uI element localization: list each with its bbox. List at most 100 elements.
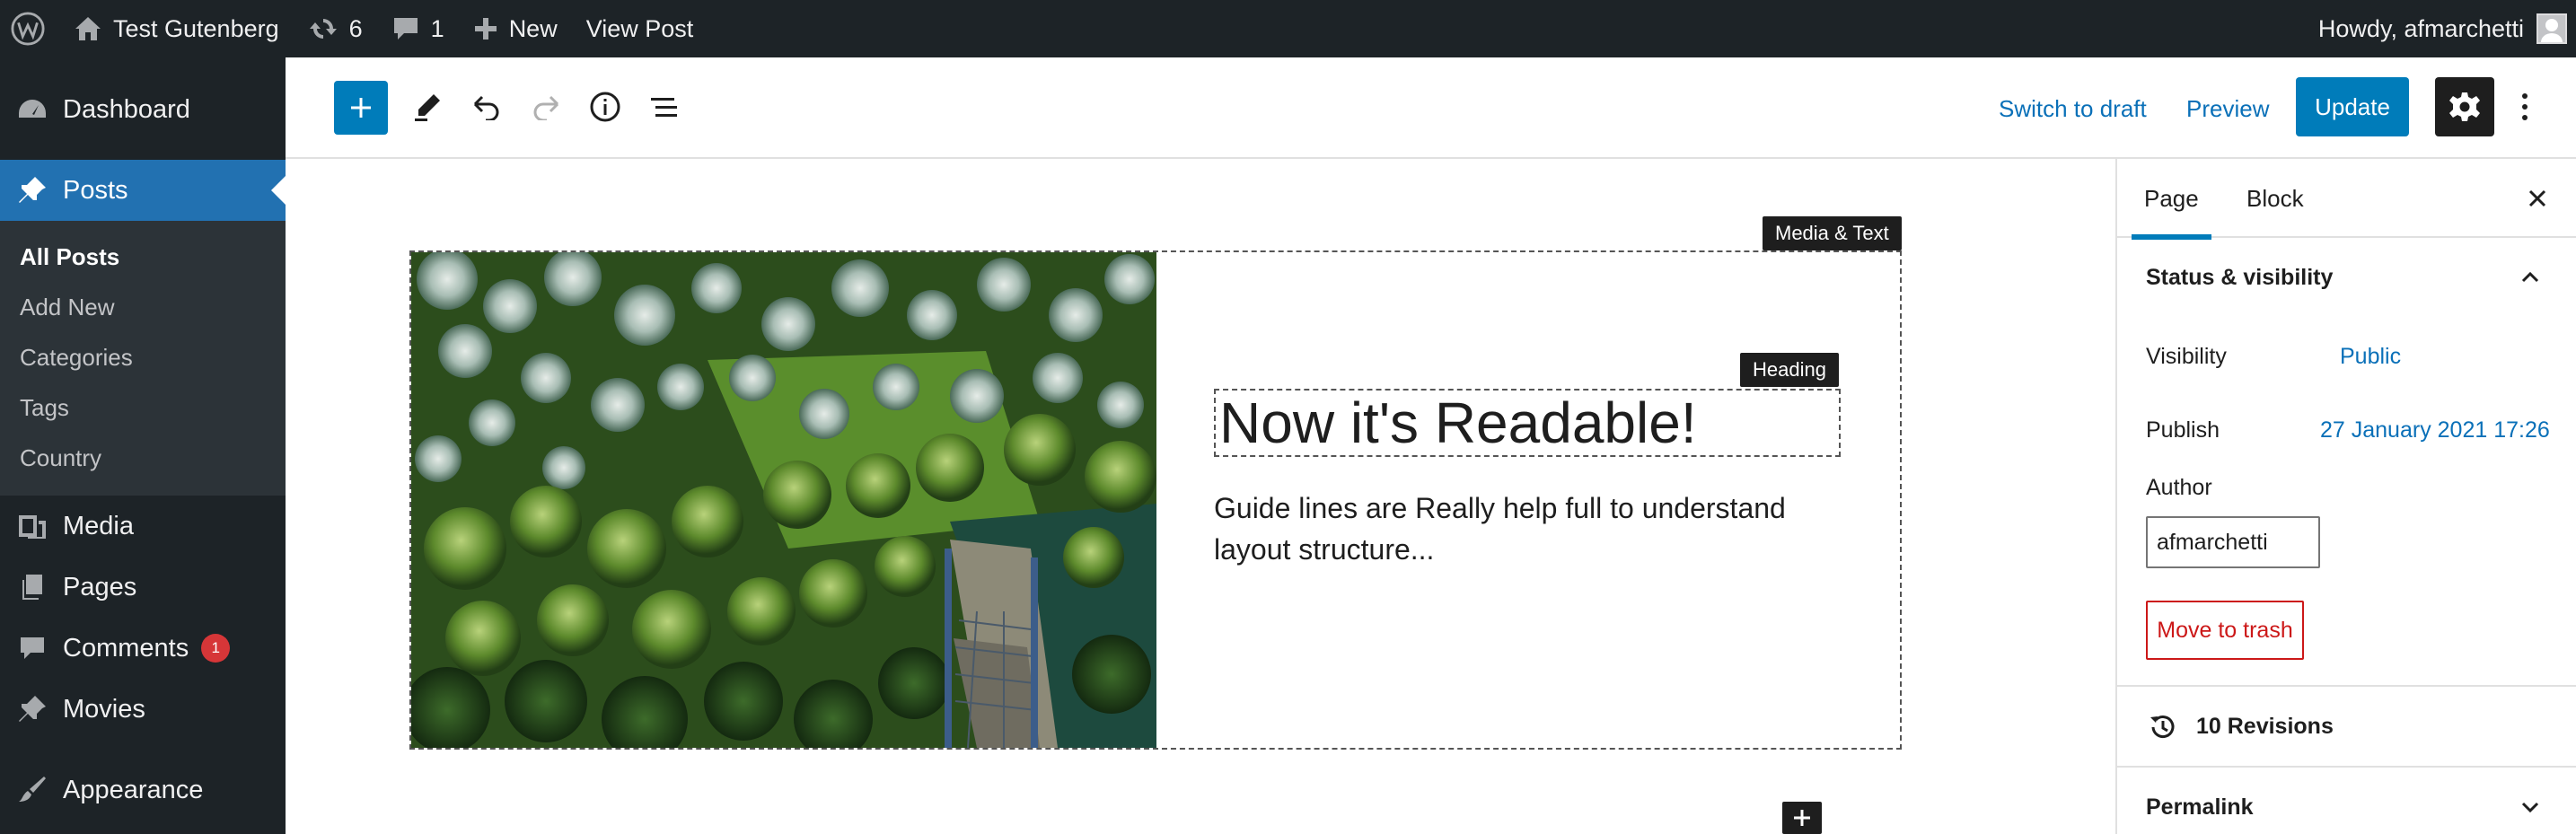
block-appender-button[interactable]: [1782, 802, 1822, 834]
menu-label-comments: Comments: [63, 633, 189, 663]
author-select[interactable]: afmarchetti: [2146, 516, 2320, 568]
admin-menu: Dashboard Posts All Posts Add New Catego…: [0, 57, 286, 834]
editor-header: Switch to draft Preview Update: [286, 57, 2576, 159]
admin-bar: Test Gutenberg 6 1 New View Post Howdy, …: [0, 0, 2576, 57]
menu-label-dashboard: Dashboard: [63, 94, 190, 124]
new-label: New: [508, 14, 558, 42]
editor-canvas: Media & Text Heading Now it's Readable! …: [286, 159, 2115, 834]
plus-icon: [473, 16, 498, 41]
comments-badge: 1: [201, 634, 231, 663]
howdy-text: Howdy, afmarchetti: [2317, 14, 2524, 42]
settings-sidebar: Page Block Status & visibility Visibilit…: [2115, 159, 2576, 834]
update-button[interactable]: Update: [2296, 77, 2409, 136]
tab-block[interactable]: Block: [2246, 159, 2304, 238]
aerial-garden-image[interactable]: [411, 252, 1156, 748]
menu-item-comments[interactable]: Comments 1: [0, 618, 286, 679]
pushpin-icon: [14, 172, 50, 208]
menu-item-movies[interactable]: Movies: [0, 679, 286, 740]
plus-icon: [351, 98, 371, 118]
wordpress-logo-icon[interactable]: [0, 0, 59, 57]
menu-item-posts[interactable]: Posts: [0, 160, 286, 221]
media-text-block[interactable]: Heading Now it's Readable! Guide lines a…: [409, 250, 1902, 750]
publish-label: Publish: [2146, 417, 2220, 443]
menu-label-posts: Posts: [63, 175, 128, 205]
submenu-add-new[interactable]: Add New: [0, 282, 286, 332]
updates-count: 6: [348, 14, 363, 42]
menu-item-media[interactable]: Media: [0, 496, 286, 557]
menu-item-pages[interactable]: Pages: [0, 557, 286, 618]
updates-icon: [308, 15, 338, 42]
more-vertical-icon: [2522, 93, 2528, 120]
visibility-label: Visibility: [2146, 344, 2227, 369]
home-icon: [74, 15, 102, 42]
site-name-link[interactable]: Test Gutenberg: [59, 0, 294, 57]
menu-item-appearance[interactable]: Appearance: [0, 759, 286, 821]
preview-button[interactable]: Preview: [2186, 86, 2269, 131]
revisions-label: 10 Revisions: [2196, 714, 2334, 739]
heading-block-label: Heading: [1740, 353, 1839, 387]
settings-button[interactable]: [2435, 77, 2494, 136]
chevron-down-icon: [2521, 802, 2539, 813]
close-icon: [2528, 189, 2546, 207]
menu-item-dashboard[interactable]: Dashboard: [0, 79, 286, 140]
pushpin-icon: [14, 691, 50, 727]
options-button[interactable]: [2507, 80, 2543, 134]
my-account[interactable]: Howdy, afmarchetti: [2318, 0, 2576, 57]
redo-icon: [533, 95, 559, 120]
view-post-link[interactable]: View Post: [572, 0, 708, 57]
tab-page[interactable]: Page: [2132, 159, 2211, 240]
media-text-block-label: Media & Text: [1763, 216, 1902, 250]
history-icon: [2150, 715, 2175, 739]
gear-icon: [2449, 92, 2480, 121]
submenu-tags[interactable]: Tags: [0, 382, 286, 433]
dashboard-icon: [14, 92, 50, 127]
comment-bubble-icon: [391, 15, 420, 42]
submenu-all-posts[interactable]: All Posts: [0, 232, 286, 282]
permalink-title: Permalink: [2146, 794, 2254, 820]
new-content-link[interactable]: New: [459, 0, 572, 57]
status-visibility-panel-toggle[interactable]: Status & visibility: [2117, 240, 2576, 315]
publish-date-button[interactable]: 27 January 2021 17:26: [2320, 417, 2550, 443]
list-view-icon: [651, 98, 677, 117]
block-inserter-button[interactable]: [334, 81, 388, 135]
close-sidebar-button[interactable]: [2519, 180, 2555, 216]
undo-icon: [473, 95, 499, 120]
submenu-country[interactable]: Country: [0, 433, 286, 483]
heading-block[interactable]: Now it's Readable!: [1214, 389, 1841, 457]
status-visibility-title: Status & visibility: [2146, 265, 2334, 290]
comments-link[interactable]: 1: [377, 0, 459, 57]
heading-text[interactable]: Now it's Readable!: [1219, 391, 1697, 455]
garden-photo: [411, 252, 1156, 748]
tools-button[interactable]: [400, 80, 454, 134]
posts-submenu: All Posts Add New Categories Tags Countr…: [0, 221, 286, 496]
comments-count: 1: [430, 14, 444, 42]
sidebar-tabs: Page Block: [2117, 159, 2576, 240]
view-post-label: View Post: [585, 14, 694, 42]
comments-icon: [14, 630, 50, 666]
pencil-icon: [415, 94, 440, 121]
switch-to-draft-button[interactable]: Switch to draft: [1999, 86, 2147, 131]
plus-icon: [1794, 810, 1810, 826]
details-button[interactable]: [578, 80, 632, 134]
chevron-up-icon: [2521, 271, 2539, 283]
undo-button[interactable]: [460, 80, 514, 134]
paintbrush-icon: [14, 772, 50, 808]
info-icon: [590, 92, 620, 122]
media-icon: [14, 508, 50, 544]
paragraph-block[interactable]: Guide lines are Really help full to unde…: [1214, 487, 1860, 570]
visibility-value-button[interactable]: Public: [2340, 344, 2401, 370]
menu-label-pages: Pages: [63, 572, 137, 601]
redo-button[interactable]: [519, 80, 573, 134]
avatar: [2536, 13, 2567, 44]
pages-icon: [14, 569, 50, 605]
menu-label-movies: Movies: [63, 694, 145, 724]
move-to-trash-button[interactable]: Move to trash: [2146, 601, 2304, 660]
updates-link[interactable]: 6: [294, 0, 377, 57]
site-name: Test Gutenberg: [113, 14, 279, 42]
permalink-panel-toggle[interactable]: Permalink: [2117, 768, 2576, 834]
author-label: Author: [2146, 475, 2212, 500]
list-view-button[interactable]: [637, 80, 691, 134]
submenu-categories[interactable]: Categories: [0, 332, 286, 382]
revisions-link[interactable]: 10 Revisions: [2117, 687, 2576, 766]
menu-label-media: Media: [63, 511, 134, 540]
